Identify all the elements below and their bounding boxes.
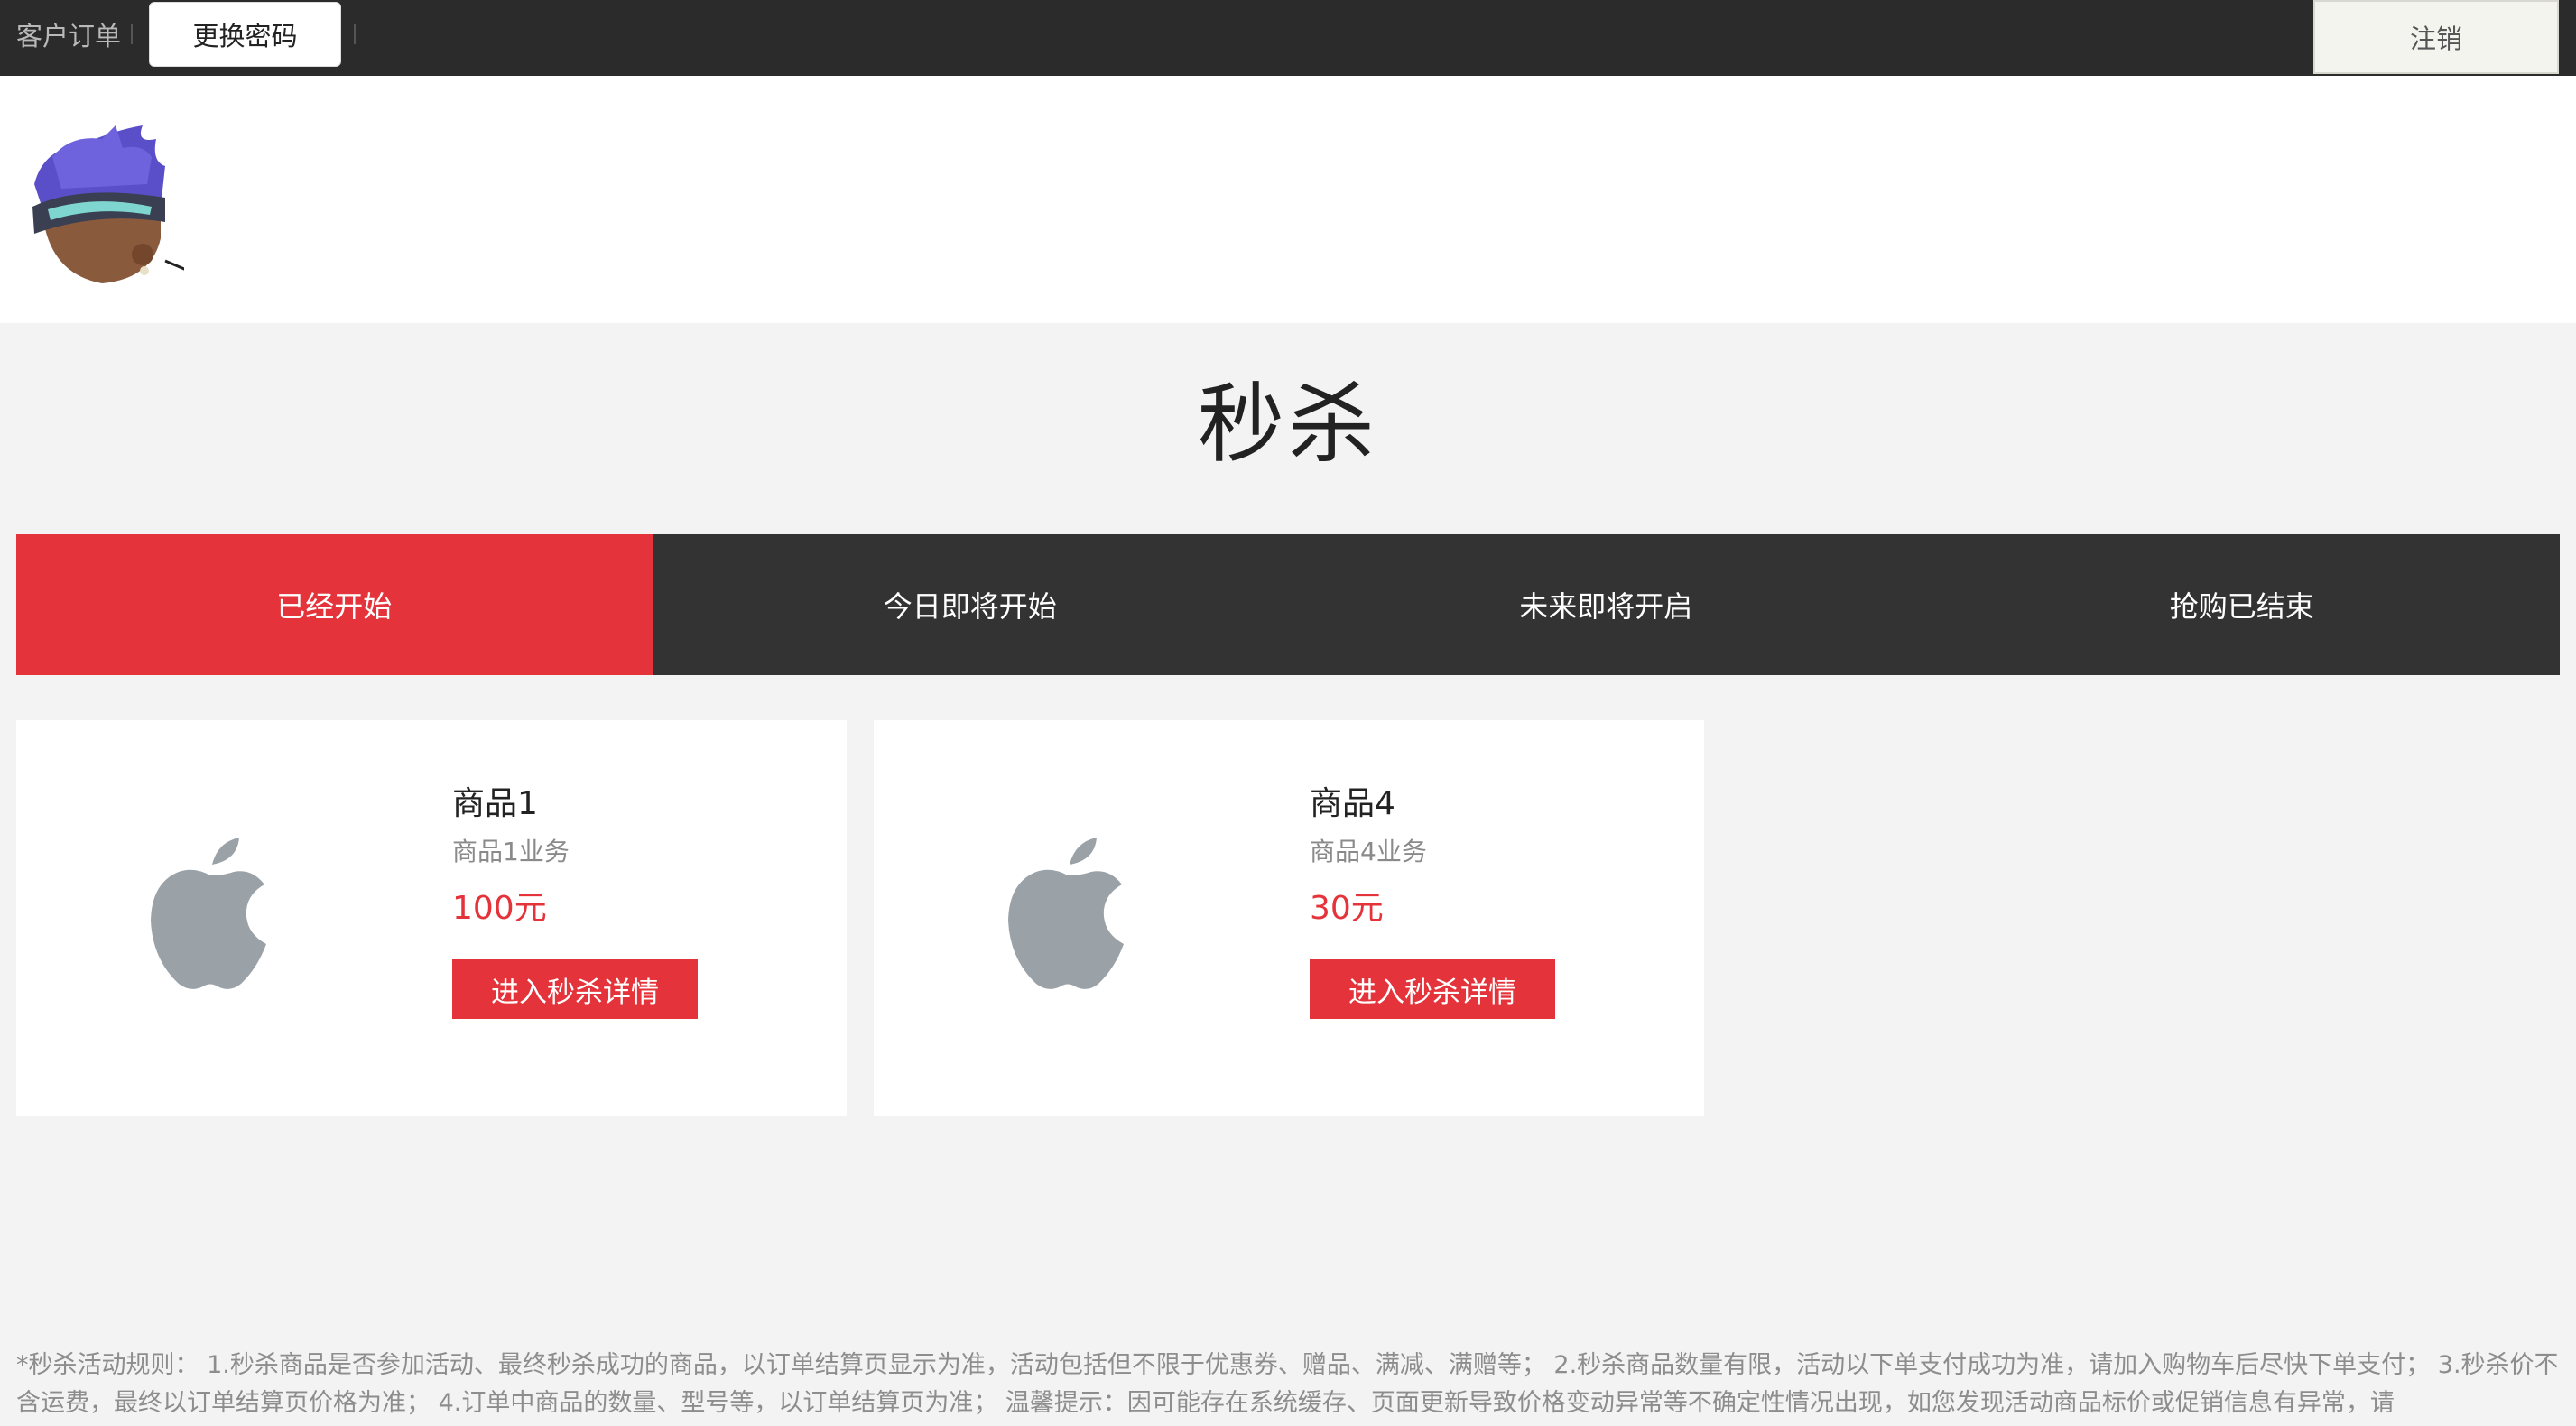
product-card: 商品1 商品1业务 100元 进入秒杀详情 (16, 720, 847, 1116)
tab-upcoming[interactable]: 未来即将开启 (1288, 534, 1924, 675)
seckill-detail-button[interactable]: 进入秒杀详情 (452, 959, 698, 1019)
change-password-button[interactable]: 更换密码 (149, 2, 341, 67)
seckill-detail-button[interactable]: 进入秒杀详情 (1310, 959, 1555, 1019)
apple-logo-icon[interactable] (147, 838, 273, 991)
product-price: 30元 (1310, 890, 1384, 927)
apple-logo-icon[interactable] (1005, 838, 1131, 991)
seckill-rules-text: *秒杀活动规则： 1.秒杀商品是否参加活动、最终秒杀成功的商品，以订单结算页显示… (16, 1351, 2559, 1417)
nav-divider (131, 24, 133, 44)
logout-button[interactable]: 注销 (2313, 0, 2559, 74)
user-avatar[interactable] (16, 121, 184, 289)
page-title: 秒杀 (1198, 374, 1378, 475)
product-card: 商品4 商品4业务 30元 进入秒杀详情 (874, 720, 1704, 1116)
tab-started[interactable]: 已经开始 (16, 534, 653, 675)
product-description: 商品1业务 (452, 837, 570, 866)
product-price: 100元 (452, 890, 547, 927)
product-name: 商品4 (1310, 785, 1395, 822)
header-area (0, 76, 2576, 323)
product-name: 商品1 (452, 785, 538, 822)
tab-starting-today[interactable]: 今日即将开始 (653, 534, 1289, 675)
top-nav-bar: 客户订单 更换密码 注销 (0, 0, 2576, 76)
tab-ended[interactable]: 抢购已结束 (1924, 534, 2561, 675)
nav-divider (354, 24, 356, 44)
seckill-status-tabs: 已经开始 今日即将开始 未来即将开启 抢购已结束 (16, 534, 2560, 675)
customer-orders-link[interactable]: 客户订单 (16, 20, 121, 52)
product-description: 商品4业务 (1310, 837, 1427, 866)
